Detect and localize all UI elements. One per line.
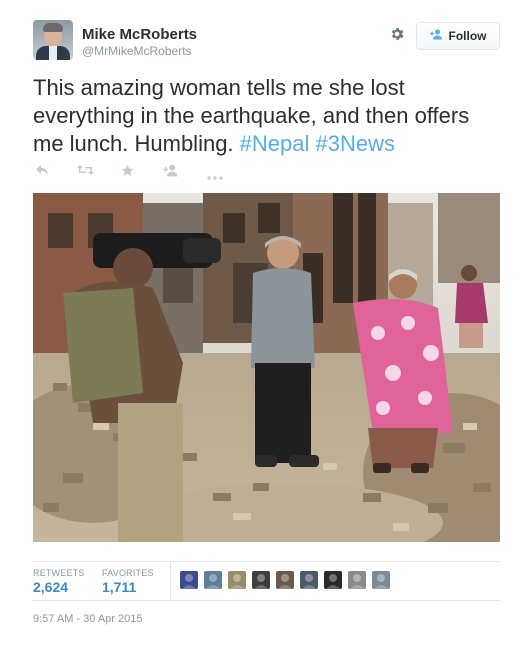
favoriter-avatar[interactable] [204,571,222,589]
stats-separator [170,562,171,600]
avatar[interactable] [33,20,73,60]
divider [33,600,500,601]
star-icon[interactable] [121,164,134,180]
timestamp[interactable]: 9:57 AM - 30 Apr 2015 [33,613,142,625]
favorites-count[interactable]: 1,711 [102,579,136,595]
add-user-icon[interactable] [163,164,179,180]
add-user-icon [429,29,443,43]
tweet-photo[interactable] [33,193,500,542]
divider [33,561,500,562]
more-icon[interactable] [207,168,223,183]
favorites-label: FAVORITES [102,568,154,578]
favoriter-avatar[interactable] [348,571,366,589]
favoriter-avatar[interactable] [228,571,246,589]
favoriter-avatar[interactable] [276,571,294,589]
reply-icon[interactable] [35,164,49,179]
favoriter-avatar[interactable] [300,571,318,589]
favoriter-avatar[interactable] [372,571,390,589]
favoriter-avatar[interactable] [252,571,270,589]
hashtag-link[interactable]: #Nepal [240,131,310,156]
gear-icon[interactable] [389,26,407,44]
favoriter-avatar[interactable] [324,571,342,589]
follow-button[interactable]: Follow [416,22,500,50]
hashtag-link[interactable]: #3News [316,131,395,156]
user-name[interactable]: Mike McRoberts [82,26,197,43]
retweets-label: RETWEETS [33,568,85,578]
retweet-icon[interactable] [77,164,94,179]
tweet-text: This amazing woman tells me she lost eve… [33,74,503,158]
favoriter-avatar[interactable] [180,571,198,589]
retweets-count[interactable]: 2,624 [33,579,68,595]
user-handle[interactable]: @MrMikeMcRoberts [82,44,192,58]
follow-label: Follow [448,29,487,43]
